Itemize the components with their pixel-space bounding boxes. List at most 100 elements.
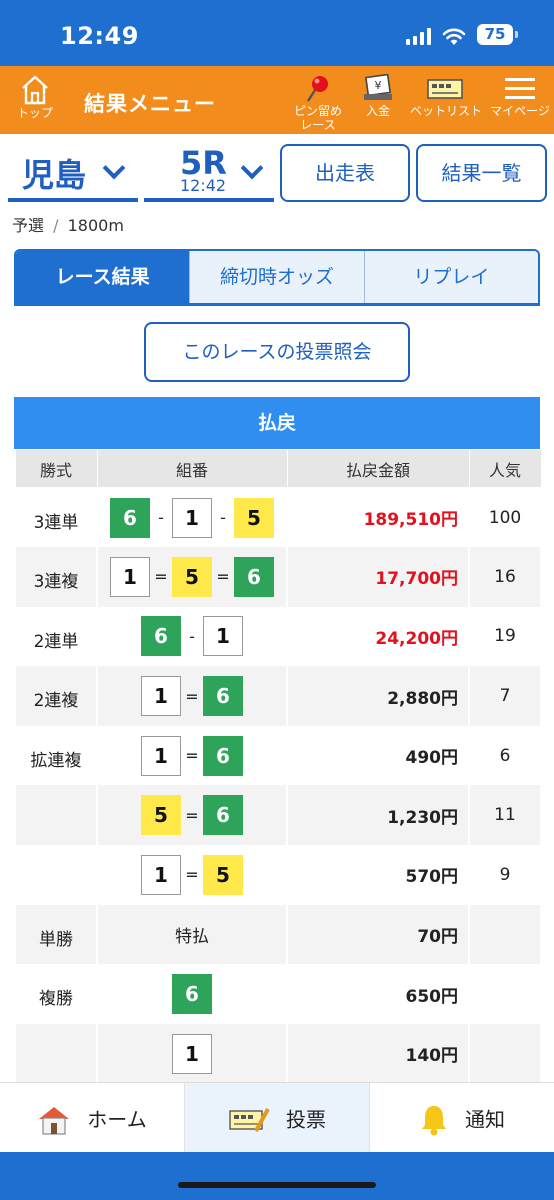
race-info-divider: / xyxy=(53,216,59,235)
hamburger-menu-icon xyxy=(505,78,535,99)
payout-amount: 17,700円 xyxy=(286,547,470,607)
payout-amount: 650円 xyxy=(286,964,470,1024)
popularity: 100 xyxy=(468,487,542,548)
top-button[interactable]: トップ xyxy=(12,74,58,132)
cell-signal-icon xyxy=(406,28,432,45)
venue-select[interactable]: 児島 xyxy=(8,146,138,202)
popularity: 16 xyxy=(468,547,542,607)
boat-number-6: 6 xyxy=(203,676,243,717)
race-select[interactable]: 5R 12:42 xyxy=(144,144,274,202)
entry-table-button[interactable]: 出走表 xyxy=(280,144,410,202)
popularity: 11 xyxy=(468,785,542,846)
bet-type: 拡連複 xyxy=(14,725,98,786)
house-icon xyxy=(39,1106,70,1135)
payout-row: 2連複 1 = 6 2,880円 7 xyxy=(14,666,542,726)
header-popularity: 人気 xyxy=(468,449,542,488)
payout-row: 3連複 1 = 5 = 6 17,700円 16 xyxy=(14,547,542,607)
boat-number-6: 6 xyxy=(234,556,274,597)
combo-separator: = xyxy=(216,567,230,587)
top-button-label: トップ xyxy=(16,106,53,120)
boat-number-1: 1 xyxy=(141,676,181,717)
pin-label-line2: レース xyxy=(300,118,336,132)
combo-separator: = xyxy=(185,805,199,825)
payout-amount: 570円 xyxy=(286,845,470,905)
payout-body: 3連単 6-1-5 189,510円 100 3連複 1 = 5 = 6 17,700円 16 2連単 6… xyxy=(14,487,542,1084)
page-title: 結果メニュー xyxy=(84,92,216,116)
tab-race-result[interactable]: レース結果 xyxy=(16,251,190,303)
pushpin-icon xyxy=(306,76,328,102)
vote-inquiry-button[interactable]: このレースの投票照会 xyxy=(144,322,410,382)
nav-notify[interactable]: 通知 xyxy=(369,1083,554,1152)
boat-number-5: 5 xyxy=(172,556,212,597)
boat-number-5: 5 xyxy=(234,497,274,538)
boat-number-1: 1 xyxy=(141,735,181,776)
race-distance: 1800m xyxy=(67,216,124,235)
popularity xyxy=(468,904,542,965)
tab-replay[interactable]: リプレイ xyxy=(363,251,538,303)
payout-amount: 24,200円 xyxy=(286,606,470,667)
boat-number-6: 6 xyxy=(203,735,243,776)
nav-home-label: ホーム xyxy=(87,1107,147,1132)
status-time: 12:49 xyxy=(60,22,139,50)
betlist-label: ベットリスト xyxy=(410,104,483,118)
combo-separator: = xyxy=(185,686,199,706)
betlist-button[interactable]: ベットリスト xyxy=(410,74,483,118)
bottom-nav: ホーム 投票 通知 xyxy=(0,1082,554,1152)
popularity xyxy=(468,1023,542,1084)
home-indicator xyxy=(178,1182,376,1188)
nav-vote-label: 投票 xyxy=(286,1107,326,1132)
deposit-button[interactable]: ¥ 入金 xyxy=(358,74,398,118)
boat-number-6: 6 xyxy=(203,795,243,836)
combination: 1 = 6 xyxy=(96,666,288,726)
chevron-down-icon xyxy=(240,156,264,180)
payout-row: 拡連複 1 = 6 490円 6 xyxy=(14,725,542,786)
payout-amount: 2,880円 xyxy=(286,666,470,726)
header-bet-type: 勝式 xyxy=(14,449,98,488)
ticket-icon xyxy=(427,79,463,99)
payout-amount: 189,510円 xyxy=(286,487,470,548)
combination: 1 = 5 = 6 xyxy=(96,547,288,607)
popularity: 7 xyxy=(468,666,542,726)
tab-closing-odds[interactable]: 締切時オッズ xyxy=(189,251,364,303)
pin-race-button[interactable]: ピン留め レース xyxy=(290,74,346,132)
results-list-button[interactable]: 結果一覧 xyxy=(416,144,547,202)
combination: 6-1 xyxy=(96,606,288,667)
payout-amount: 70円 xyxy=(286,904,470,965)
payout-row: 単勝 特払 70円 xyxy=(14,904,542,965)
payout-table: 勝式 組番 払戻金額 人気 3連単 6-1-5 189,510円 100 3連複 1 = 5 =… xyxy=(14,449,542,1084)
svg-text:¥: ¥ xyxy=(375,79,382,92)
special-payout-text: 特払 xyxy=(175,926,209,947)
bet-type: 2連複 xyxy=(14,666,98,726)
deposit-icon: ¥ xyxy=(364,74,392,100)
boat-number-5: 5 xyxy=(203,854,243,895)
combination: 1 = 6 xyxy=(96,725,288,786)
bet-type xyxy=(14,785,98,846)
home-bar-area xyxy=(0,1152,554,1200)
nav-home[interactable]: ホーム xyxy=(0,1083,184,1152)
payout-row: 2連単 6-1 24,200円 19 xyxy=(14,606,542,667)
combo-separator: - xyxy=(220,508,226,528)
wifi-icon xyxy=(442,28,466,45)
combo-separator: = xyxy=(185,746,199,766)
house-icon xyxy=(22,75,48,105)
bet-type xyxy=(14,1023,98,1084)
payout-amount: 1,230円 xyxy=(286,785,470,846)
combo-separator: = xyxy=(185,865,199,885)
boat-number-5: 5 xyxy=(141,795,181,836)
bet-type: 3連複 xyxy=(14,547,98,607)
mypage-label: マイページ xyxy=(490,104,550,118)
combination: 1 xyxy=(96,1023,288,1084)
popularity xyxy=(468,964,542,1024)
mypage-button[interactable]: マイページ xyxy=(490,74,550,118)
status-bar: 12:49 75 xyxy=(0,0,554,66)
race-info: 予選 / 1800m xyxy=(12,212,124,236)
chevron-down-icon xyxy=(102,156,126,180)
boat-number-1: 1 xyxy=(172,1033,212,1074)
boat-number-1: 1 xyxy=(203,616,243,657)
bet-type: 単勝 xyxy=(14,904,98,965)
nav-vote[interactable]: 投票 xyxy=(184,1083,369,1152)
payout-row: 1 140円 xyxy=(14,1023,542,1084)
payout-row: 1 = 5 570円 9 xyxy=(14,845,542,905)
bet-type: 複勝 xyxy=(14,964,98,1024)
payout-row: 3連単 6-1-5 189,510円 100 xyxy=(14,487,542,548)
